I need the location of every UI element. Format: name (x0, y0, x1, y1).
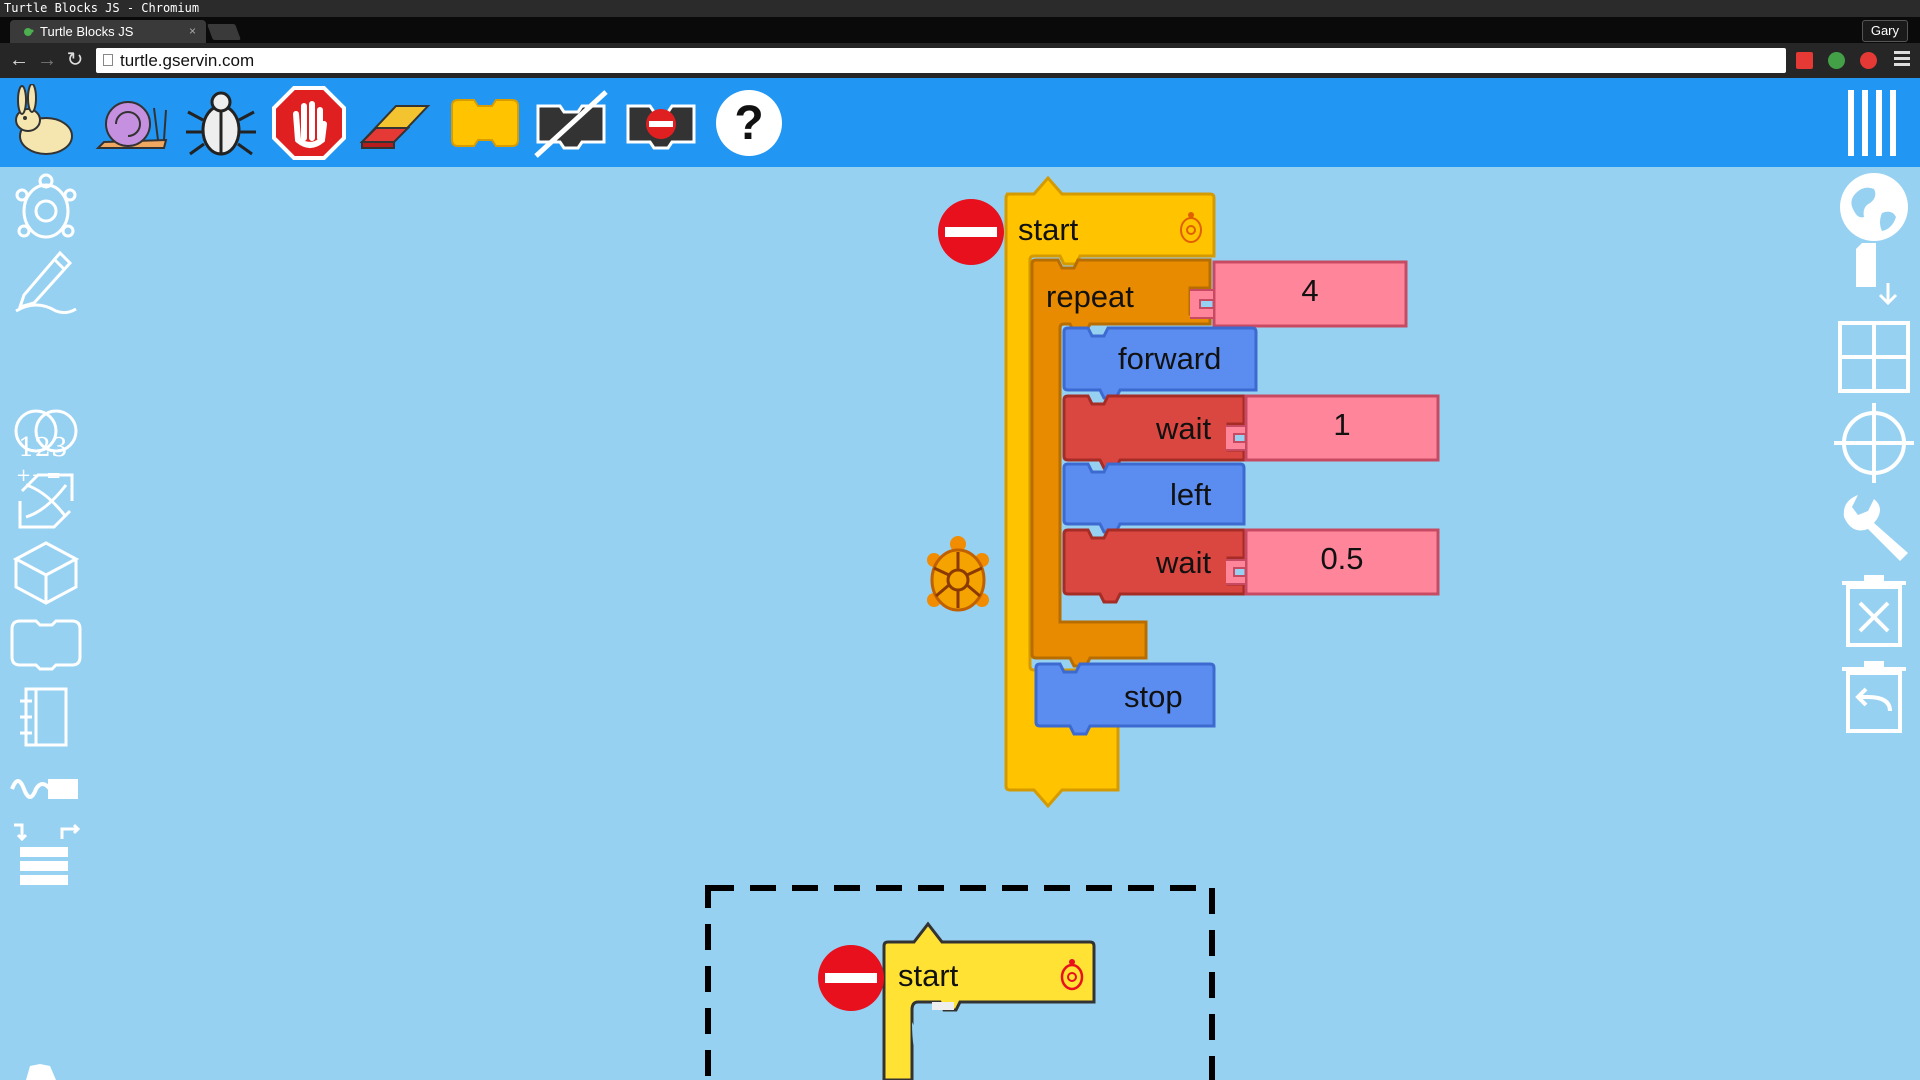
start-label: start (1018, 212, 1079, 247)
browser-toolbar: ← → ↻ turtle.gservin.com (0, 43, 1920, 78)
collapse-start-button[interactable] (938, 199, 1004, 265)
address-bar[interactable]: turtle.gservin.com (96, 48, 1786, 73)
window-title: Turtle Blocks JS - Chromium (0, 0, 1920, 17)
tab-strip: Turtle Blocks JS × Gary (0, 17, 1920, 43)
stop-label: stop (1124, 679, 1183, 714)
cutoff-palette-icon[interactable] (26, 1064, 56, 1080)
new-tab-button[interactable] (207, 24, 241, 40)
trash-start-block[interactable] (882, 921, 1096, 1080)
left-label: left (1170, 477, 1212, 512)
block-program (26, 175, 1440, 1080)
repeat-label: repeat (1046, 279, 1134, 314)
browser-tab[interactable]: Turtle Blocks JS × (10, 20, 206, 43)
gmail-extension-icon[interactable] (1796, 52, 1813, 69)
turtle-canvas[interactable]: ? 123 +−= start repeat 4 forward wait 1 … (0, 78, 1920, 1080)
back-icon[interactable]: ← (8, 49, 30, 71)
extension-icon[interactable] (1828, 52, 1845, 69)
tab-close-icon[interactable]: × (189, 20, 196, 43)
wait-label-1: wait (1156, 411, 1212, 446)
repeat-arg-value[interactable]: 4 (1214, 273, 1406, 309)
trash-collapse-button[interactable] (818, 945, 884, 1011)
forward-label: forward (1118, 341, 1222, 376)
wait-arg-2-value[interactable]: 0.5 (1246, 541, 1438, 577)
wait-arg-1-value[interactable]: 1 (1246, 407, 1438, 443)
turtle-sprite[interactable] (927, 536, 989, 612)
chrome-menu-icon[interactable] (1894, 51, 1910, 69)
tab-title: Turtle Blocks JS (40, 24, 134, 39)
profile-button[interactable]: Gary (1861, 20, 1908, 42)
reload-icon[interactable]: ↻ (64, 49, 86, 71)
page-icon (103, 54, 113, 66)
left-block[interactable] (1062, 462, 1246, 534)
url-text: turtle.gservin.com (120, 51, 255, 70)
turtle-favicon-icon (24, 28, 34, 36)
trash-start-label: start (898, 958, 959, 993)
forward-icon[interactable]: → (36, 49, 58, 71)
wait-label-2: wait (1156, 545, 1212, 580)
power-extension-icon[interactable] (1860, 52, 1877, 69)
